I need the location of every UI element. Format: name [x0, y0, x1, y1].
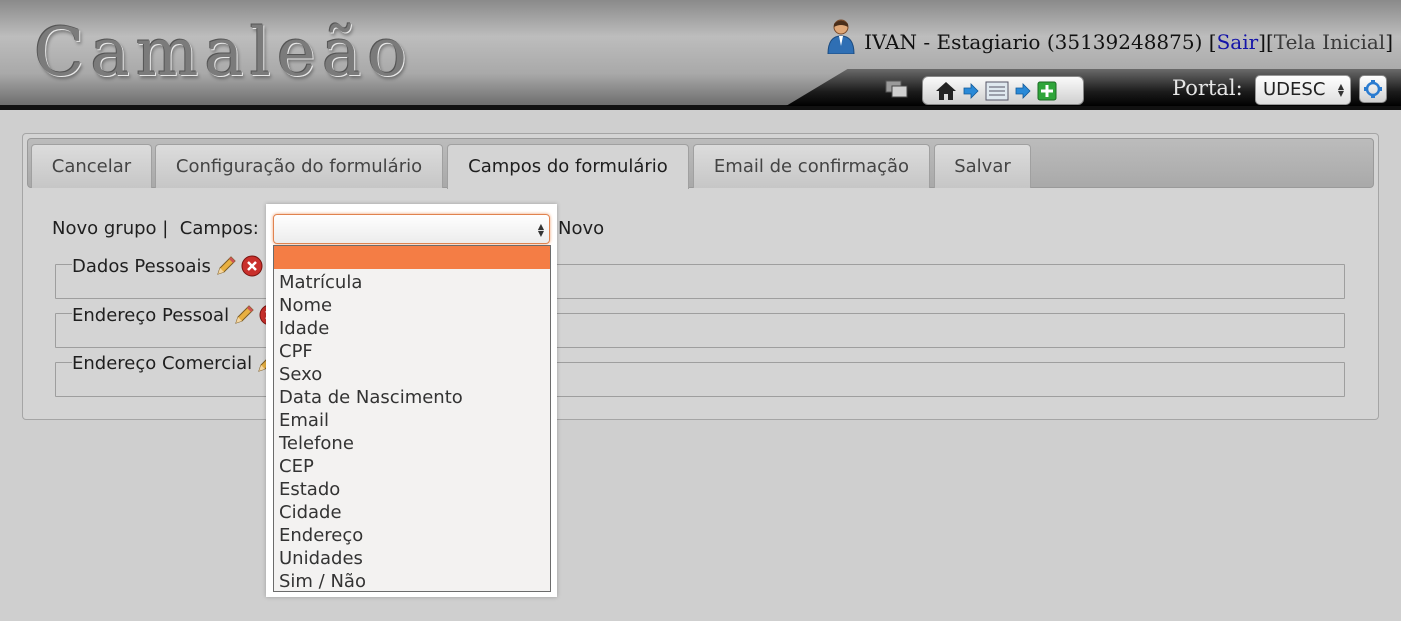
dropdown-option[interactable]: CPF [279, 340, 313, 363]
portal-label: Portal: [1172, 76, 1243, 100]
dropdown-option[interactable]: Data de Nascimento [279, 386, 463, 409]
dropdown-option[interactable]: Sexo [279, 363, 322, 386]
app-logo: Camaleão [34, 14, 414, 91]
delete-icon[interactable] [241, 255, 263, 277]
tab-form-config[interactable]: Configuração do formulário [155, 144, 443, 188]
group-legend: Endereço Pessoal [72, 304, 286, 326]
tab-confirmation-email[interactable]: Email de confirmação [693, 144, 930, 188]
dropdown-option[interactable]: Telefone [279, 432, 354, 455]
arrow-right-icon [1015, 82, 1031, 99]
dropdown-option[interactable]: CEP [279, 455, 314, 478]
dropdown-option[interactable]: Estado [279, 478, 340, 501]
dropdown-option[interactable]: Cidade [279, 501, 342, 524]
arrow-right-icon [963, 82, 979, 99]
dropdown-option[interactable]: Sim / Não [279, 570, 366, 593]
add-icon[interactable] [1037, 81, 1057, 101]
user-name: IVAN - Estagiario (35139248875) [864, 30, 1203, 54]
home-link[interactable]: Tela Inicial [1274, 30, 1385, 54]
dropdown-option[interactable]: Unidades [279, 547, 363, 570]
nav-button-group [922, 76, 1084, 105]
dropdown-option[interactable]: Endereço [279, 524, 363, 547]
fields-toolbar: Novo grupo | Campos: [52, 218, 259, 239]
portal-select[interactable]: UDESC ▲ ▼ [1255, 75, 1351, 105]
user-info: IVAN - Estagiario (35139248875) [Sair][T… [826, 19, 1393, 60]
dropdown-option[interactable]: Matrícula [279, 271, 362, 294]
refresh-icon [1364, 80, 1382, 98]
bracket-open: [ [1208, 30, 1217, 54]
dropdown-option[interactable]: Idade [279, 317, 329, 340]
portal-select-value: UDESC [1263, 79, 1326, 100]
group-name: Dados Pessoais [72, 255, 211, 277]
tab-cancel[interactable]: Cancelar [31, 144, 152, 188]
group-name: Endereço Pessoal [72, 304, 230, 326]
dropdown-option[interactable]: Email [279, 409, 329, 432]
windows-icon[interactable] [885, 80, 909, 98]
refresh-portal-button[interactable] [1359, 75, 1387, 103]
group-name: Endereço Comercial [72, 352, 253, 374]
user-avatar-icon [827, 19, 855, 54]
logout-link[interactable]: Sair [1217, 30, 1259, 54]
tab-form-fields[interactable]: Campos do formulário [447, 144, 689, 189]
group-legend: Dados Pessoais [72, 255, 267, 277]
bracket-mid: ][ [1258, 30, 1274, 54]
tab-save[interactable]: Salvar [934, 144, 1031, 188]
form-list-icon[interactable] [985, 81, 1009, 101]
dropdown-option[interactable]: Nome [279, 294, 332, 317]
bracket-close: ] [1385, 30, 1393, 54]
select-arrows-icon: ▲ ▼ [537, 222, 544, 238]
fields-select[interactable]: ▲ ▼ [273, 214, 550, 244]
fields-label: Campos: [179, 218, 259, 239]
fields-option-list: Matrícula Nome Idade CPF Sexo Data de Na… [273, 245, 551, 592]
edit-pencil-icon[interactable] [215, 255, 237, 277]
select-arrows-icon: ▲ ▼ [1337, 82, 1344, 98]
home-icon[interactable] [935, 81, 957, 101]
option-highlight[interactable] [274, 246, 550, 269]
edit-pencil-icon[interactable] [233, 304, 255, 326]
new-field-link[interactable]: Novo [558, 218, 604, 239]
new-group-link[interactable]: Novo grupo | [52, 218, 168, 239]
